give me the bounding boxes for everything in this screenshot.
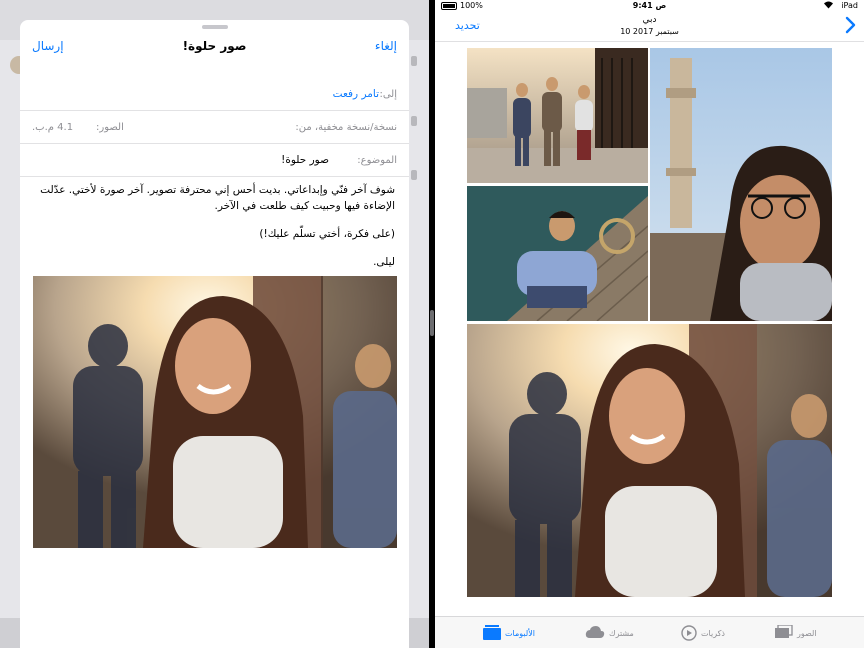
photo-thumbnail[interactable] [467,324,832,597]
album-title: دبي [642,15,657,25]
tab-label: الصور [797,629,817,638]
send-button[interactable]: إرسال [32,39,64,53]
tab-label: الألبومات [505,629,536,638]
split-drag-handle[interactable] [430,310,434,336]
wifi-icon [823,0,834,12]
body-paragraph: شوف آخر فنّي وإبداعاتي. بديت أحس إني محت… [40,184,395,212]
photos-pane: 100% 9:41 ص iPad تحديد دبي 10 سبتمبر 201… [435,0,864,648]
compose-header: إلغاء صور حلوة! إرسال [20,32,409,64]
photos-icon [775,624,793,641]
to-field[interactable]: إلى: تامر رفعت [20,78,409,111]
compose-title: صور حلوة! [182,39,247,53]
subject-field[interactable]: الموضوع: صور حلوة! [20,144,409,177]
tab-label: مشترك [609,629,634,638]
albums-icon [483,625,501,642]
images-size-label: الصور: [96,122,124,133]
photos-navbar: تحديد دبي 10 سبتمبر 2017 [435,12,864,42]
sheet-grabber[interactable] [202,25,228,29]
tab-memories[interactable]: ذكريات [681,617,751,648]
clock: 9:41 ص [632,1,667,10]
images-size-value[interactable]: 4.1 م.ب. [32,122,73,133]
photo-thumbnail[interactable] [650,48,832,321]
list-item [411,56,417,66]
photo-thumbnail[interactable] [467,186,648,321]
tab-bar: الصور ذكريات مشترك الألبومات [435,616,864,648]
tab-photos[interactable]: الصور [775,617,845,648]
compose-sheet: إلغاء صور حلوة! إرسال إلى: تامر رفعت نسخ… [20,20,409,648]
subject-value[interactable]: صور حلوة! [281,154,329,166]
status-bar: 100% 9:41 ص iPad [435,0,864,12]
message-body[interactable]: شوف آخر فنّي وإبداعاتي. بديت أحس إني محت… [35,182,395,282]
cloud-icon [585,625,605,641]
album-date: 10 سبتمبر 2017 [620,27,679,36]
body-signature: ليلى. [373,256,395,268]
to-label: إلى: [379,89,397,100]
attached-photo[interactable] [33,276,397,548]
list-item [411,116,417,126]
list-item [411,170,417,180]
back-chevron-icon[interactable] [842,15,858,35]
body-paragraph: (على فكرة، أختي تسلّم عليك!) [259,228,395,240]
tab-albums[interactable]: الألبومات [483,617,563,648]
memories-icon [681,625,697,643]
cc-bcc-field[interactable]: نسخة/نسخة مخفية، من: الصور: 4.1 م.ب. [20,111,409,144]
tab-shared[interactable]: مشترك [585,617,655,648]
recipient-token[interactable]: تامر رفعت [333,88,379,100]
cc-bcc-label: نسخة/نسخة مخفية، من: [295,122,397,133]
subject-label: الموضوع: [357,155,397,166]
mail-pane: إلغاء صور حلوة! إرسال إلى: تامر رفعت نسخ… [0,0,429,648]
device-name: iPad [841,1,858,10]
tab-label: ذكريات [701,629,725,638]
photo-thumbnail[interactable] [467,48,648,183]
